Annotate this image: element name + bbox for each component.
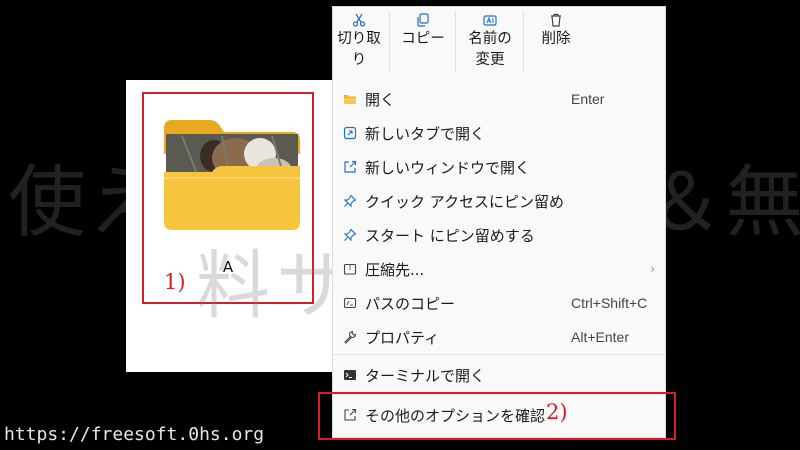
menu-item-shortcut: Ctrl+Shift+C xyxy=(571,295,648,311)
menu-item-label: プロパティ xyxy=(365,328,440,347)
menu-item-open[interactable]: 開く Enter xyxy=(333,83,665,115)
menu-item-label: 新しいタブで開く xyxy=(365,124,486,143)
scissors-icon xyxy=(352,13,366,27)
cut-button[interactable]: 切り取 り xyxy=(333,9,385,71)
toolbar-divider xyxy=(389,11,390,73)
menu-item-shortcut: Enter xyxy=(571,91,605,107)
folder-icon xyxy=(164,120,300,230)
menu-divider xyxy=(333,354,665,355)
rename-label-line1: 名前の xyxy=(468,31,512,47)
menu-item-copy-path[interactable]: パスのコピー Ctrl+Shift+C xyxy=(333,287,665,319)
menu-item-label: 開く xyxy=(365,90,396,109)
cut-label-line2: り xyxy=(351,52,367,68)
trash-icon xyxy=(551,13,561,27)
chevron-right-icon: › xyxy=(650,262,655,276)
marker-one: 1) xyxy=(164,270,186,294)
toolbar-divider xyxy=(455,11,456,73)
context-menu-toolbar: 切り取 り コピー 名前の 変更 削除 xyxy=(333,7,665,79)
copy-icon xyxy=(417,13,429,27)
new-tab-icon xyxy=(343,126,357,140)
rename-button[interactable]: 名前の 変更 xyxy=(461,9,519,71)
wrench-icon xyxy=(344,330,357,344)
copy-button[interactable]: コピー xyxy=(395,9,451,50)
menu-item-pin-quick-access[interactable]: クイック アクセスにピン留め xyxy=(333,185,665,217)
context-menu: 切り取 り コピー 名前の 変更 削除 開く Enter 新しいタブで開く 新し… xyxy=(332,6,666,438)
menu-item-label: 圧縮先... xyxy=(365,260,425,279)
marker-two: 2) xyxy=(546,400,568,424)
folder-item-a[interactable]: A 1) xyxy=(142,92,314,304)
menu-item-open-terminal[interactable]: ターミナルで開く xyxy=(333,359,665,391)
menu-item-label: パスのコピー xyxy=(365,294,456,313)
site-url: https://freesoft.0hs.org xyxy=(4,424,265,445)
zip-icon xyxy=(343,263,357,275)
copy-label: コピー xyxy=(401,31,445,47)
menu-item-properties[interactable]: プロパティ Alt+Enter xyxy=(333,321,665,353)
menu-item-label: クイック アクセスにピン留め xyxy=(365,192,565,211)
pin-icon xyxy=(343,194,357,208)
rename-label-line2: 変更 xyxy=(475,52,505,68)
menu-item-compress-to[interactable]: 圧縮先... › xyxy=(333,253,665,285)
terminal-icon xyxy=(344,370,356,380)
menu-item-pin-start[interactable]: スタート にピン留めする xyxy=(333,219,665,251)
folder-icon xyxy=(344,95,356,104)
rename-icon xyxy=(483,15,497,26)
menu-item-open-new-tab[interactable]: 新しいタブで開く xyxy=(333,117,665,149)
menu-item-label: ターミナルで開く xyxy=(365,366,486,385)
highlight-box-more-options xyxy=(318,392,676,440)
menu-item-shortcut: Alt+Enter xyxy=(571,329,629,345)
copy-path-icon xyxy=(343,297,357,309)
delete-button[interactable]: 削除 xyxy=(529,9,583,50)
toolbar-divider xyxy=(523,11,524,73)
open-new-window-icon xyxy=(344,160,357,173)
menu-item-open-new-window[interactable]: 新しいウィンドウで開く xyxy=(333,151,665,183)
pin-icon xyxy=(343,228,357,242)
menu-item-label: スタート にピン留めする xyxy=(365,226,535,245)
menu-item-label: 新しいウィンドウで開く xyxy=(365,158,531,177)
cut-label-line1: 切り取 xyxy=(337,31,381,47)
delete-label: 削除 xyxy=(541,31,571,47)
